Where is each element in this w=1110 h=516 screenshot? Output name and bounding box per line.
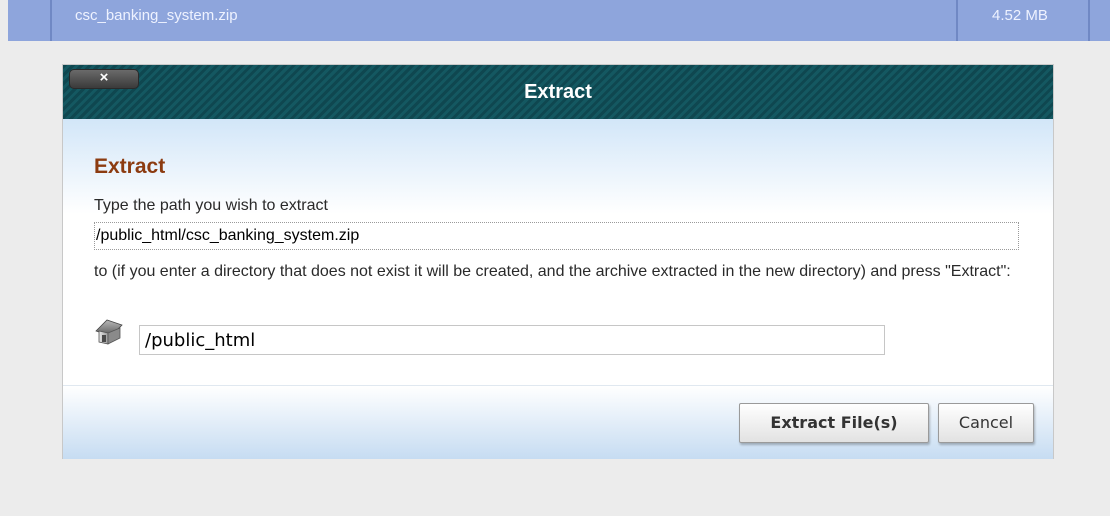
dialog-body: Extract Type the path you wish to extrac… <box>63 119 1053 385</box>
column-divider <box>1088 0 1090 41</box>
section-heading: Extract <box>94 155 166 178</box>
dialog-title: Extract <box>524 81 592 103</box>
extract-dialog: × Extract Extract Type the path you wish… <box>62 64 1054 459</box>
column-divider <box>956 0 958 41</box>
destination-path-input[interactable] <box>139 325 885 355</box>
home-icon <box>95 319 123 345</box>
source-path-field: /public_html/csc_banking_system.zip <box>94 222 1019 250</box>
prompt-text: Type the path you wish to extract <box>94 197 328 214</box>
dialog-header: × Extract <box>63 65 1053 119</box>
source-path: /public_html/csc_banking_system.zip <box>96 227 360 244</box>
cancel-button[interactable]: Cancel <box>938 403 1034 443</box>
file-row[interactable]: csc_banking_system.zip 4.52 MB <box>8 0 1110 41</box>
instruction-text: to (if you enter a directory that does n… <box>94 263 1011 280</box>
file-size: 4.52 MB <box>992 7 1048 24</box>
extract-files-button[interactable]: Extract File(s) <box>739 403 929 443</box>
file-name: csc_banking_system.zip <box>75 7 238 24</box>
column-divider <box>50 0 52 41</box>
dialog-footer: Extract File(s) Cancel <box>63 385 1053 459</box>
